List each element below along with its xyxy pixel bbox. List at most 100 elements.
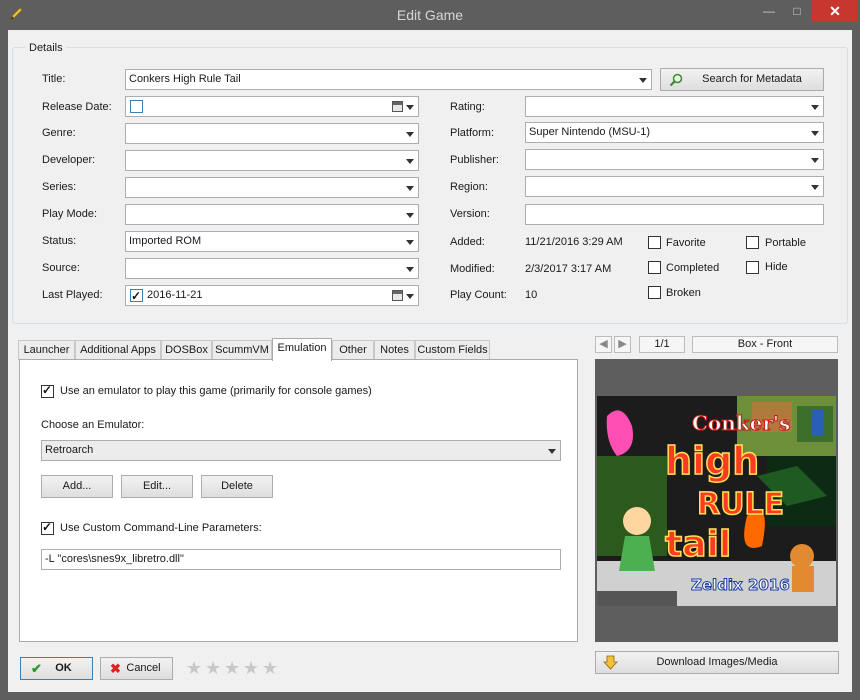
region-label: Region:: [450, 181, 488, 193]
version-label: Version:: [450, 208, 490, 220]
chevron-down-icon: [405, 151, 415, 170]
image-viewer: Conker's high RULE tail Zeldix 2016: [595, 359, 838, 642]
rating-label: Rating:: [450, 101, 485, 113]
platform-label: Platform:: [450, 127, 495, 139]
cover-credit: Zeldix 2016: [691, 576, 790, 594]
publisher-combo[interactable]: [525, 149, 824, 170]
chevron-down-icon: [405, 178, 415, 197]
broken-checkbox[interactable]: [648, 286, 661, 299]
developer-combo[interactable]: [125, 150, 419, 171]
custom-cmd-label: Use Custom Command-Line Parameters:: [60, 522, 262, 534]
play-mode-combo[interactable]: [125, 204, 419, 225]
chevron-down-icon: [405, 124, 415, 143]
add-emulator-button[interactable]: Add...: [41, 475, 113, 498]
platform-value: Super Nintendo (MSU-1): [529, 126, 651, 138]
tab-scummvm[interactable]: ScummVM: [212, 340, 272, 360]
region-combo[interactable]: [525, 176, 824, 197]
tab-dosbox[interactable]: DOSBox: [161, 340, 212, 360]
cmd-params-input[interactable]: -L "cores\snes9x_libretro.dll": [41, 549, 561, 570]
image-type: Box - Front: [692, 336, 838, 353]
download-media-button[interactable]: Download Images/Media: [595, 651, 839, 674]
download-icon: [603, 655, 618, 670]
image-counter: 1/1: [639, 336, 685, 353]
modified-value: 2/3/2017 3:17 AM: [525, 263, 612, 275]
last-played-label: Last Played:: [42, 289, 103, 301]
tab-custom-fields[interactable]: Custom Fields: [415, 340, 490, 360]
emulator-combo[interactable]: Retroarch: [41, 440, 561, 461]
chevron-down-icon: [405, 286, 415, 305]
calendar-icon[interactable]: [392, 101, 403, 112]
ok-button[interactable]: ✔ OK: [20, 657, 93, 680]
added-value: 11/21/2016 3:29 AM: [525, 236, 623, 248]
search-metadata-label: Search for Metadata: [702, 73, 802, 85]
x-icon: ✖: [110, 661, 121, 676]
chevron-down-icon: [810, 177, 820, 196]
tab-emulation[interactable]: Emulation: [272, 338, 332, 361]
last-played-checkbox[interactable]: [130, 287, 143, 305]
play-mode-label: Play Mode:: [42, 208, 98, 220]
cover-title-3: RULE: [697, 487, 784, 522]
added-label: Added:: [450, 236, 485, 248]
tab-additional-apps[interactable]: Additional Apps: [75, 340, 161, 360]
chevron-down-icon: [638, 70, 648, 89]
last-played-picker[interactable]: 2016-11-21: [125, 285, 419, 306]
rating-combo[interactable]: [525, 96, 824, 117]
next-image-button[interactable]: ▶: [614, 336, 631, 353]
source-combo[interactable]: [125, 258, 419, 279]
title-bar[interactable]: Edit Game — □ ✕: [0, 0, 860, 30]
developer-label: Developer:: [42, 154, 96, 166]
star-icon[interactable]: ★: [205, 659, 221, 677]
calendar-icon[interactable]: [392, 290, 403, 301]
maximize-button[interactable]: □: [784, 0, 810, 22]
choose-emulator-label: Choose an Emulator:: [41, 419, 145, 431]
series-combo[interactable]: [125, 177, 419, 198]
cancel-button[interactable]: ✖ Cancel: [100, 657, 173, 680]
star-icon[interactable]: ★: [224, 659, 240, 677]
chevron-down-icon: [405, 232, 415, 251]
hide-label: Hide: [765, 261, 788, 273]
source-label: Source:: [42, 262, 80, 274]
star-icon[interactable]: ★: [262, 659, 278, 677]
emulator-value: Retroarch: [45, 444, 94, 456]
status-combo[interactable]: Imported ROM: [125, 231, 419, 252]
close-button[interactable]: ✕: [812, 0, 858, 22]
play-count-label: Play Count:: [450, 289, 507, 301]
custom-cmd-checkbox[interactable]: [41, 520, 54, 535]
edit-emulator-button[interactable]: Edit...: [121, 475, 193, 498]
series-label: Series:: [42, 181, 77, 193]
release-date-picker[interactable]: [125, 96, 419, 117]
minimize-button[interactable]: —: [756, 0, 782, 22]
search-metadata-button[interactable]: Search for Metadata: [660, 68, 824, 91]
genre-combo[interactable]: [125, 123, 419, 144]
genre-label: Genre:: [42, 127, 76, 139]
star-icon[interactable]: ★: [243, 659, 259, 677]
title-label: Title:: [42, 73, 66, 85]
prev-image-button[interactable]: ◀: [595, 336, 612, 353]
chevron-down-icon: [405, 205, 415, 224]
chevron-down-icon: [810, 150, 820, 169]
star-icon[interactable]: ★: [186, 659, 202, 677]
title-combo[interactable]: Conkers High Rule Tail: [125, 69, 652, 90]
tab-notes[interactable]: Notes: [374, 340, 415, 360]
portable-label: Portable: [765, 237, 806, 249]
portable-checkbox[interactable]: [746, 236, 759, 249]
check-icon: ✔: [31, 661, 42, 676]
favorite-checkbox[interactable]: [648, 236, 661, 249]
tab-other[interactable]: Other: [332, 340, 374, 360]
hide-checkbox[interactable]: [746, 261, 759, 274]
use-emulator-checkbox[interactable]: [41, 383, 54, 398]
cover-title-4: tail: [665, 524, 731, 565]
platform-combo[interactable]: Super Nintendo (MSU-1): [525, 122, 824, 143]
completed-label: Completed: [666, 262, 720, 274]
delete-emulator-button[interactable]: Delete: [201, 475, 273, 498]
broken-label: Broken: [666, 287, 701, 299]
chevron-down-icon: [405, 259, 415, 278]
chevron-down-icon: [810, 97, 820, 116]
tab-launcher[interactable]: Launcher: [18, 340, 75, 360]
completed-checkbox[interactable]: [648, 261, 661, 274]
chevron-down-icon: [547, 441, 557, 460]
chevron-down-icon: [810, 123, 820, 142]
publisher-label: Publisher:: [450, 154, 499, 166]
release-date-checkbox[interactable]: [130, 100, 143, 113]
version-input[interactable]: [525, 204, 824, 225]
